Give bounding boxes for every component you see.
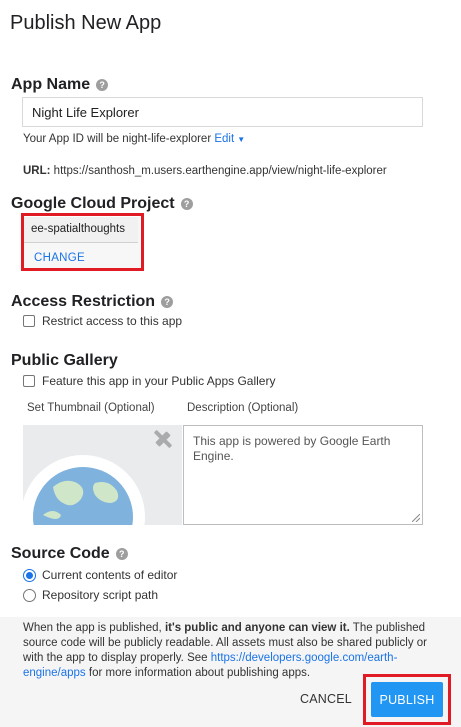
globe-thumbnail-icon — [23, 425, 182, 525]
app-name-input[interactable] — [22, 97, 423, 127]
feature-app-row[interactable]: Feature this app in your Public Apps Gal… — [23, 374, 275, 388]
restrict-access-checkbox[interactable] — [23, 315, 35, 327]
cancel-button[interactable]: CANCEL — [300, 692, 352, 706]
restrict-access-row[interactable]: Restrict access to this app — [23, 314, 182, 328]
help-icon[interactable]: ? — [180, 198, 193, 210]
help-icon[interactable]: ? — [115, 548, 128, 560]
source-option-editor[interactable]: Current contents of editor — [23, 568, 177, 582]
app-id-line: Your App ID will be night-life-explorer … — [23, 133, 245, 145]
app-id-text: Your App ID will be night-life-explorer — [23, 133, 212, 145]
notice-text: When the app is published, — [23, 622, 162, 634]
app-name-heading: App Name ? — [11, 76, 109, 94]
publish-notice: When the app is published, it's public a… — [23, 621, 443, 681]
app-url-line: URL: https://santhosh_m.users.earthengin… — [23, 165, 387, 177]
dialog-title: Publish New App — [10, 12, 162, 34]
edit-app-id-link[interactable]: Edit — [214, 133, 234, 145]
radio-button-selected[interactable] — [23, 568, 36, 582]
caret-down-icon[interactable]: ▼ — [237, 135, 245, 144]
restrict-access-label: Restrict access to this app — [42, 314, 183, 328]
gallery-heading-label: Public Gallery — [11, 352, 118, 369]
highlight-box — [363, 674, 451, 725]
help-icon[interactable]: ? — [161, 296, 174, 308]
gallery-heading: Public Gallery — [11, 352, 118, 370]
feature-app-checkbox[interactable] — [23, 375, 35, 387]
notice-text: for more information about publishing ap… — [88, 667, 311, 679]
thumbnail-picker[interactable] — [23, 425, 182, 525]
highlight-box — [21, 213, 144, 271]
resize-grip-icon[interactable] — [412, 514, 420, 522]
cloud-project-heading: Google Cloud Project ? — [11, 195, 193, 213]
url-label: URL: — [23, 165, 51, 177]
thumbnail-label: Set Thumbnail (Optional) — [27, 402, 155, 414]
app-name-heading-label: App Name — [11, 76, 91, 93]
radio-button[interactable] — [23, 588, 36, 602]
cloud-project-heading-label: Google Cloud Project — [11, 195, 175, 212]
source-option-label: Current contents of editor — [42, 568, 178, 582]
app-url: https://santhosh_m.users.earthengine.app… — [53, 165, 387, 177]
access-heading: Access Restriction ? — [11, 293, 174, 311]
notice-bold-text: it's public and anyone can view it. — [164, 622, 350, 634]
source-code-heading-label: Source Code — [11, 545, 110, 562]
help-icon[interactable]: ? — [96, 79, 109, 91]
access-heading-label: Access Restriction — [11, 293, 156, 310]
description-textarea[interactable]: This app is powered by Google Earth Engi… — [183, 425, 423, 525]
feature-app-label: Feature this app in your Public Apps Gal… — [42, 374, 276, 388]
source-option-label: Repository script path — [42, 588, 159, 602]
description-label: Description (Optional) — [187, 402, 299, 414]
description-placeholder: This app is powered by Google Earth Engi… — [193, 434, 391, 463]
source-option-repository[interactable]: Repository script path — [23, 588, 158, 602]
source-code-heading: Source Code ? — [11, 545, 128, 563]
